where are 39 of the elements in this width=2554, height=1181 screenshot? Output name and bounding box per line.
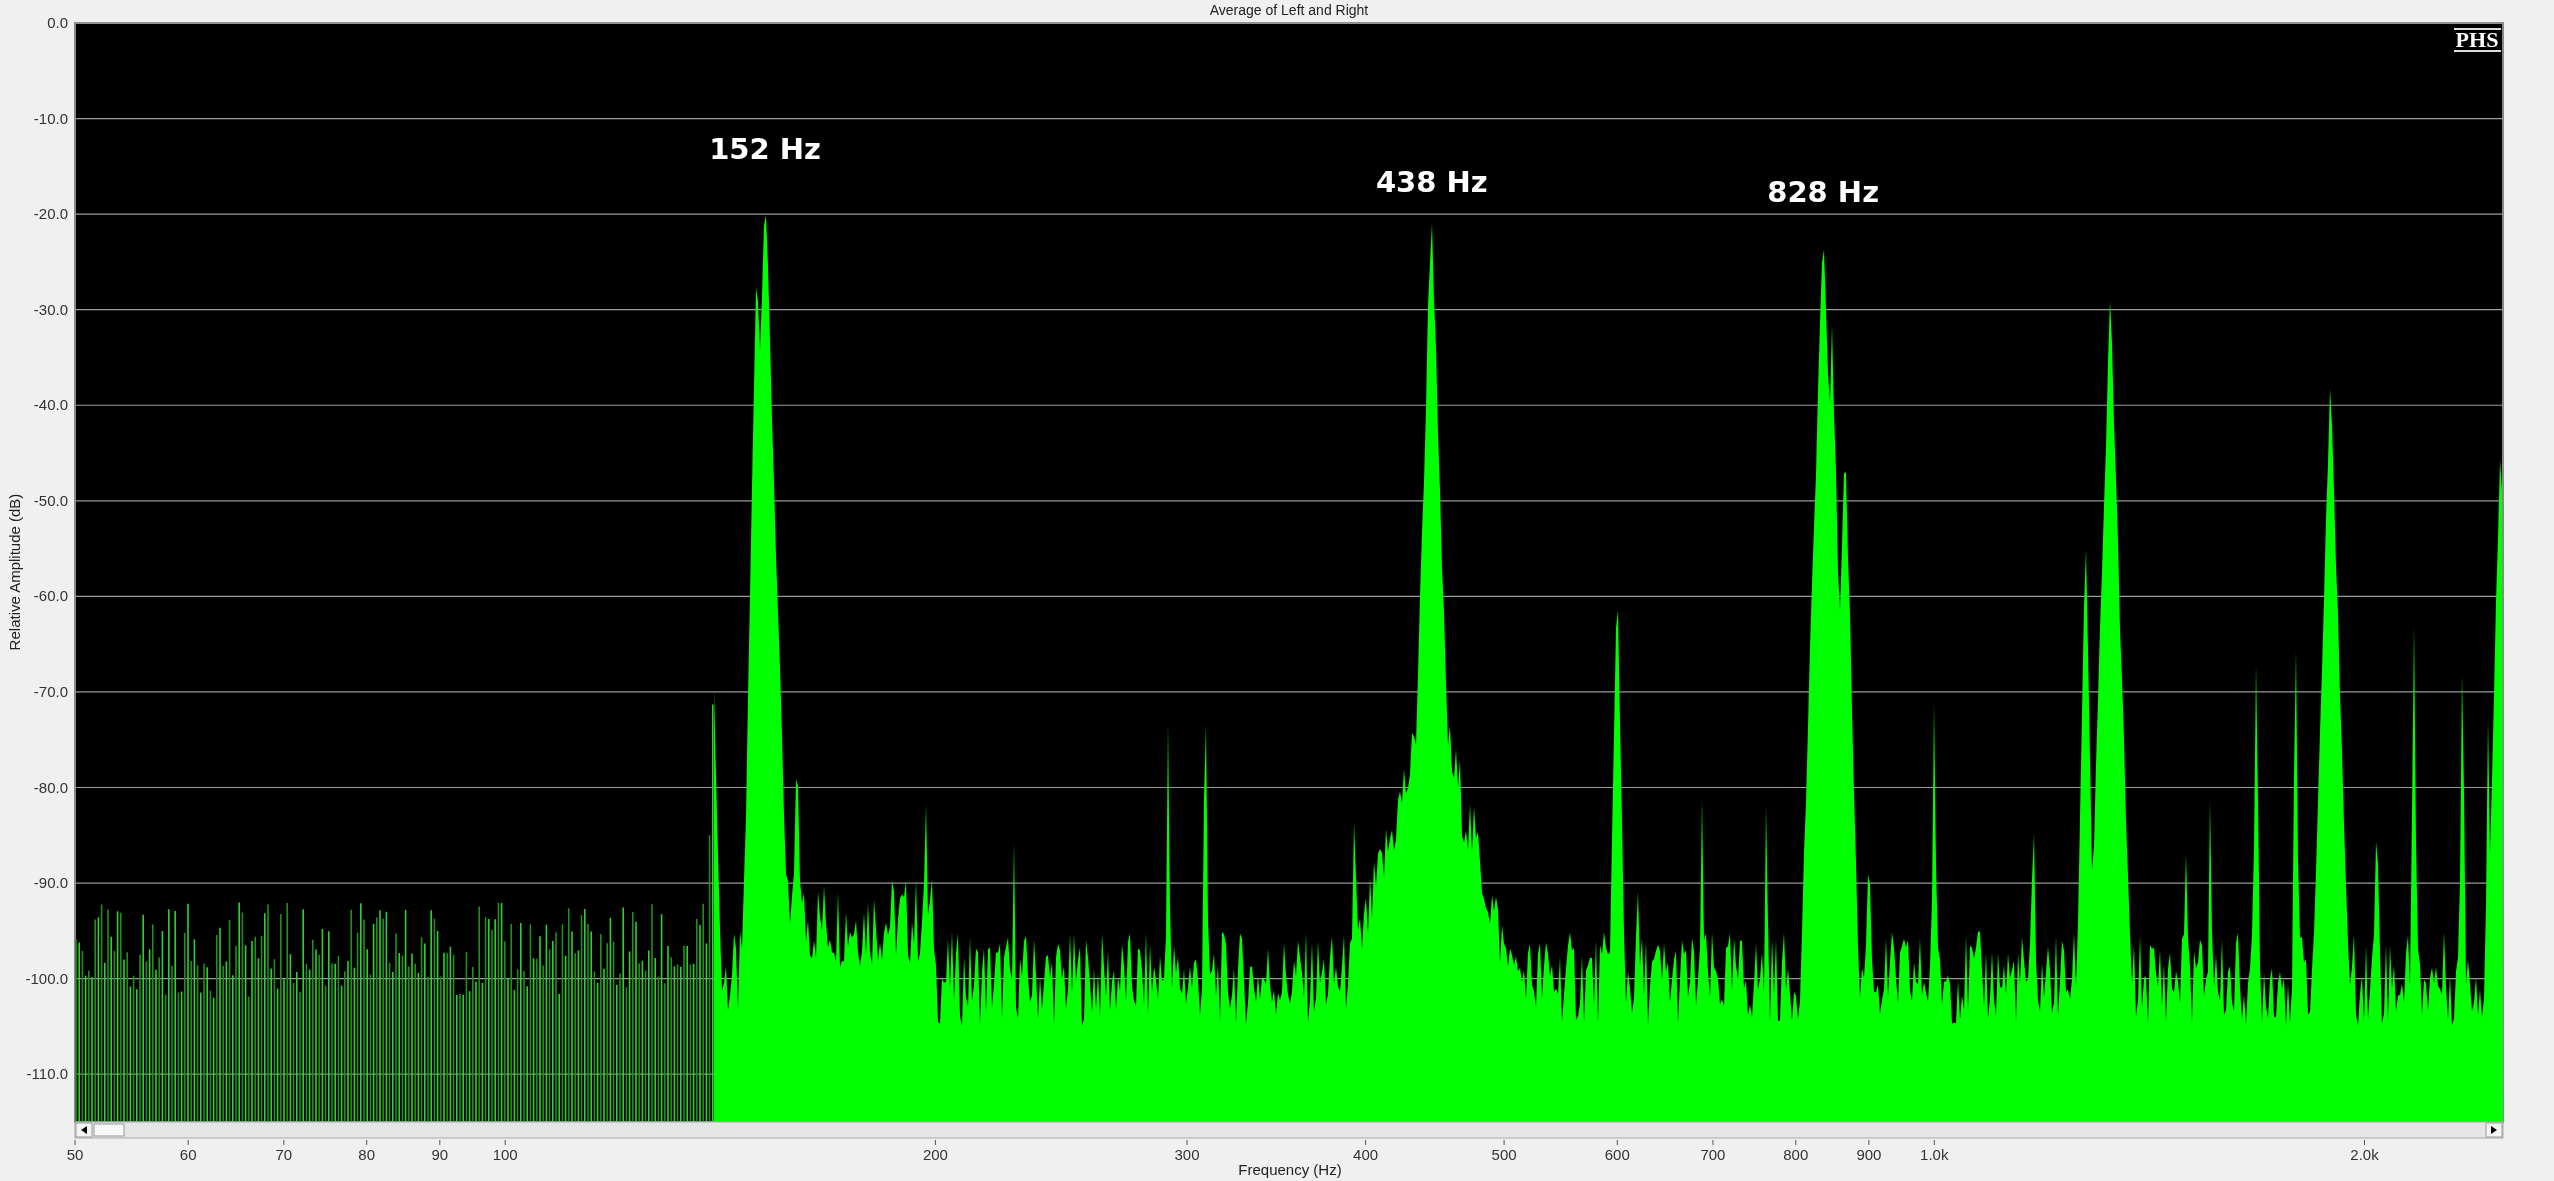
x-tick-label: 60 [179, 1146, 197, 1163]
x-tick-label: 200 [922, 1146, 948, 1163]
y-tick-label: -90.0 [33, 874, 68, 892]
x-axis-label: Frequency (Hz) [1238, 1161, 1342, 1178]
scroll-right-button[interactable] [2485, 1122, 2503, 1138]
x-tick-label: 700 [1700, 1146, 1726, 1163]
y-tick-label: -110.0 [26, 1065, 68, 1083]
x-tick-label: 600 [1604, 1146, 1630, 1163]
y-tick-label: -40.0 [33, 396, 68, 414]
scrollbar-thumb[interactable] [93, 1123, 125, 1137]
peak-label: 438 Hz [1375, 165, 1488, 200]
peak-label: 152 Hz [709, 131, 821, 166]
y-tick-label: -80.0 [33, 778, 68, 796]
x-tick-label: 900 [1856, 1146, 1882, 1163]
y-axis-label: Relative Amplitude (dB) [6, 493, 23, 651]
logo: PHS [2453, 27, 2502, 52]
x-tick-label: 100 [492, 1146, 518, 1163]
y-tick-label: -60.0 [33, 587, 68, 605]
x-tick-label: 2.0k [2350, 1146, 2379, 1163]
chart-title: Average of Left and Right [1209, 2, 1369, 18]
x-tick-label: 800 [1783, 1146, 1809, 1163]
x-tick-label: 70 [275, 1146, 293, 1163]
y-tick-label: -50.0 [33, 491, 68, 509]
y-tick-label: -10.0 [33, 109, 68, 127]
y-tick-label: 0.0 [47, 14, 68, 31]
y-tick-label: -20.0 [33, 205, 68, 223]
scroll-left-button[interactable] [75, 1122, 93, 1138]
y-tick-label: -100.0 [25, 969, 68, 987]
scrollbar[interactable] [74, 1121, 2504, 1139]
x-tick-label: 500 [1491, 1146, 1517, 1163]
peak-label: 828 Hz [1767, 174, 1879, 209]
y-tick-label: -70.0 [33, 682, 68, 700]
x-tick-label: 1.0k [1920, 1146, 1949, 1163]
y-tick-label: -30.0 [33, 300, 68, 318]
x-tick-label: 90 [431, 1146, 449, 1163]
x-tick-label: 50 [66, 1146, 84, 1163]
x-tick-label: 80 [358, 1146, 376, 1163]
x-tick-label: 300 [1174, 1146, 1200, 1163]
x-tick-label: 400 [1353, 1146, 1379, 1163]
